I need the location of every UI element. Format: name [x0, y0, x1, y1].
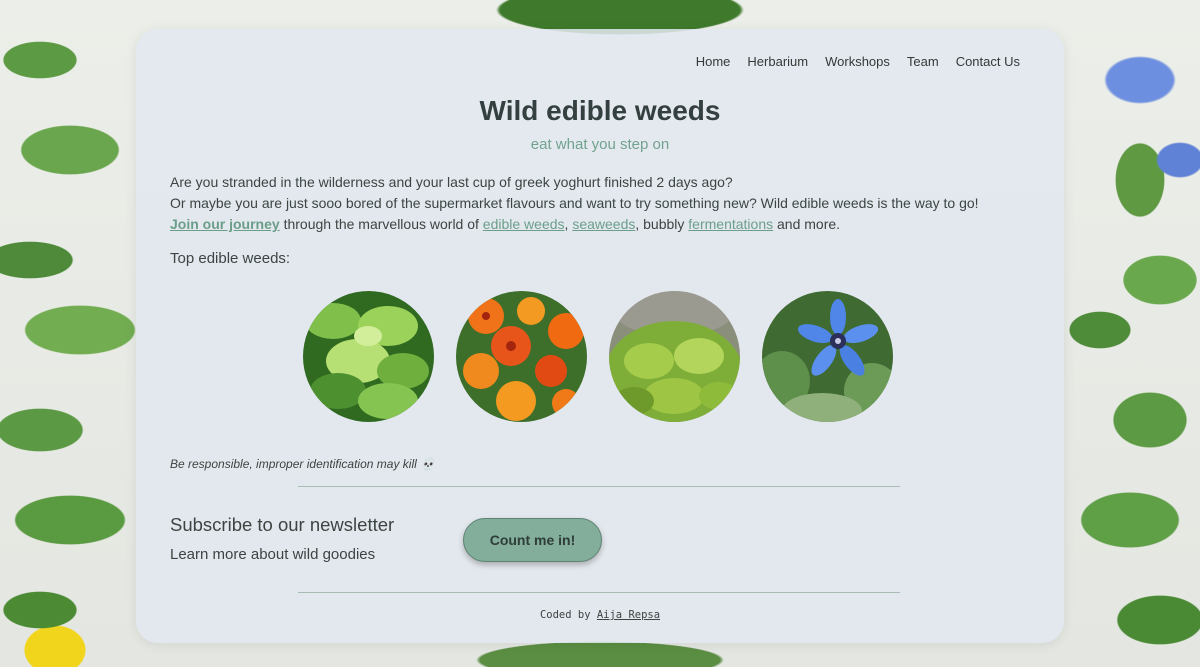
seaweeds-link[interactable]: seaweeds: [572, 216, 635, 232]
chickweed-photo: [609, 291, 740, 422]
nav-home[interactable]: Home: [696, 54, 731, 69]
newsletter-title: Subscribe to our newsletter: [170, 514, 395, 535]
weed-gallery: [303, 291, 893, 422]
content-card: Home Herbarium Workshops Team Contact Us…: [136, 29, 1064, 643]
safety-warning: Be responsible, improper identification …: [170, 457, 436, 471]
subscribe-button[interactable]: Count me in!: [463, 518, 602, 562]
intro-text-fragment: , bubbly: [635, 216, 689, 232]
nasturtium-photo: [456, 291, 587, 422]
intro-line-3: Join our journey through the marvellous …: [170, 214, 1030, 235]
divider: [298, 486, 900, 487]
weed-image-nasturtium[interactable]: [456, 291, 587, 422]
nettle-photo: [303, 291, 434, 422]
nav-herbarium[interactable]: Herbarium: [747, 54, 808, 69]
intro-text: Are you stranded in the wilderness and y…: [170, 172, 1030, 235]
divider: [298, 592, 900, 593]
newsletter-subtitle: Learn more about wild goodies: [170, 546, 376, 563]
join-journey-link[interactable]: Join our journey: [170, 216, 280, 232]
weed-image-nettle[interactable]: [303, 291, 434, 422]
intro-text-fragment: through the marvellous world of: [279, 216, 483, 232]
author-link[interactable]: Aija Repsa: [597, 609, 660, 621]
intro-line-2: Or maybe you are just sooo bored of the …: [170, 195, 979, 211]
edible-weeds-link[interactable]: edible weeds: [483, 216, 565, 232]
nav-contact-us[interactable]: Contact Us: [956, 54, 1020, 69]
borage-photo: [762, 291, 893, 422]
page-title: Wild edible weeds: [479, 95, 721, 126]
nav-team[interactable]: Team: [907, 54, 939, 69]
intro-text-fragment: and more.: [773, 216, 841, 232]
footer-credit: Coded by Aija Repsa: [136, 609, 1064, 621]
page-subtitle: eat what you step on: [530, 136, 670, 153]
main-nav: Home Herbarium Workshops Team Contact Us: [696, 54, 1020, 69]
weed-image-chickweed[interactable]: [609, 291, 740, 422]
weed-image-borage[interactable]: [762, 291, 893, 422]
gallery-label: Top edible weeds:: [170, 250, 291, 267]
nav-workshops[interactable]: Workshops: [825, 54, 890, 69]
footer-prefix: Coded by: [539, 609, 597, 621]
intro-line-1: Are you stranded in the wilderness and y…: [170, 174, 733, 190]
fermentations-link[interactable]: fermentations: [688, 216, 773, 232]
